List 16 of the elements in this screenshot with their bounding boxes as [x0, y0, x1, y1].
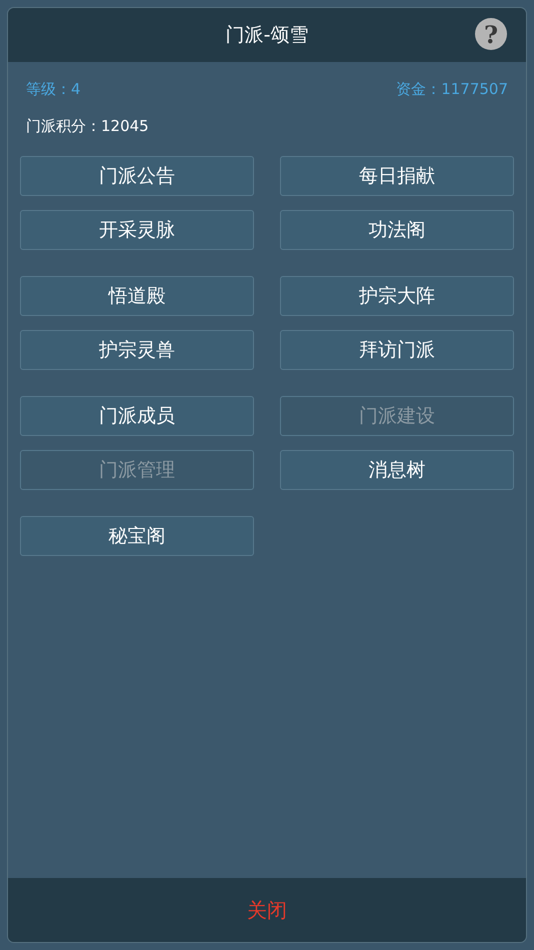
menu-button[interactable]: 门派成员 — [20, 396, 254, 436]
menu-button[interactable]: 护宗灵兽 — [20, 330, 254, 370]
dialog-title: 门派-颂雪 — [226, 23, 308, 48]
menu-button[interactable]: 护宗大阵 — [280, 276, 514, 316]
menu-button[interactable]: 门派公告 — [20, 156, 254, 196]
menu-button[interactable]: 秘宝阁 — [20, 516, 254, 556]
menu-button[interactable]: 拜访门派 — [280, 330, 514, 370]
menu-button[interactable]: 每日捐献 — [280, 156, 514, 196]
help-icon[interactable]: ? — [475, 18, 507, 50]
menu-button[interactable]: 消息树 — [280, 450, 514, 490]
funds-label: 资金：1177507 — [396, 80, 508, 99]
level-label: 等级：4 — [26, 80, 81, 99]
menu-button[interactable]: 功法阁 — [280, 210, 514, 250]
points-label: 门派积分：12045 — [25, 116, 150, 136]
menu-button[interactable]: 开采灵脉 — [20, 210, 254, 250]
menu-button[interactable]: 悟道殿 — [20, 276, 254, 316]
